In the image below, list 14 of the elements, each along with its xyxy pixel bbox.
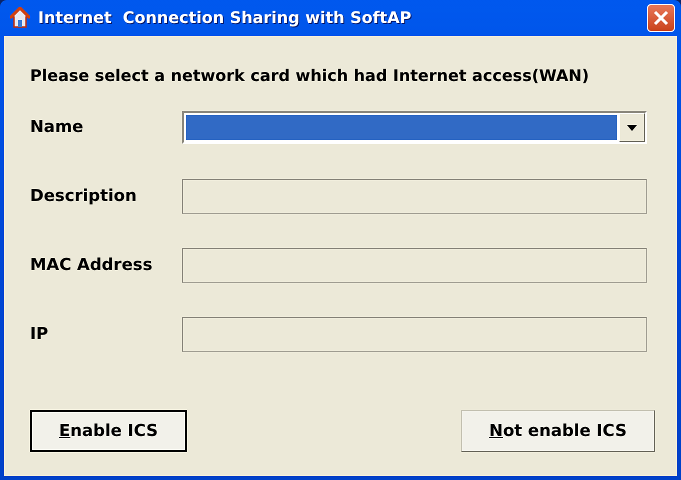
field-label: Name (30, 116, 84, 138)
close-icon (653, 10, 669, 26)
dropdown-button[interactable] (619, 113, 645, 142)
house-icon (10, 7, 30, 29)
window-title: Internet Connection Sharing with SoftAP (38, 7, 412, 29)
caret-icon (627, 124, 637, 130)
field-label: Description (30, 185, 138, 208)
action-button[interactable]: Not enable ICS (461, 410, 655, 452)
field-label: IP (30, 323, 50, 346)
network-card-dropdown[interactable] (182, 111, 647, 144)
action-button[interactable]: Enable ICS (30, 410, 187, 452)
instruction-text: Please select a network card which had Internet access(WAN) (30, 65, 590, 87)
field-label: MAC Address (30, 254, 154, 276)
close-button[interactable] (647, 4, 675, 32)
